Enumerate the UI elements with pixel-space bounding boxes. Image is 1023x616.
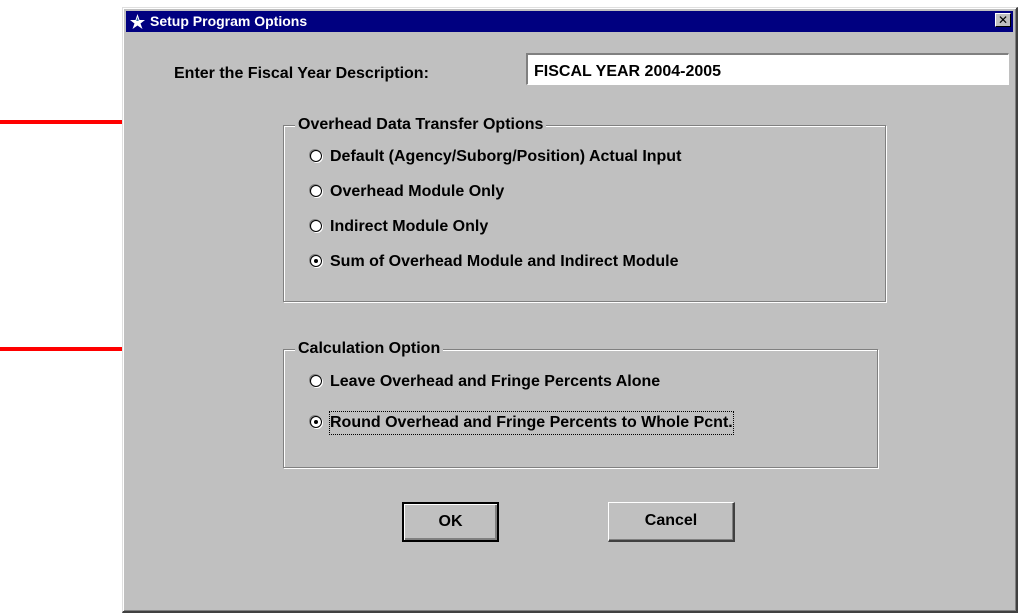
group-legend: Calculation Option xyxy=(295,338,444,360)
close-button[interactable]: ✕ xyxy=(995,13,1011,27)
radio-button[interactable] xyxy=(310,220,322,232)
radio-button-selected[interactable] xyxy=(310,255,322,267)
close-icon: ✕ xyxy=(997,13,1009,27)
app-icon xyxy=(130,14,145,29)
radio-button[interactable] xyxy=(310,375,322,387)
radio-label: Default (Agency/Suborg/Position) Actual … xyxy=(330,148,682,165)
radio-label: Round Overhead and Fringe Percents to Wh… xyxy=(329,411,734,435)
window-title: Setup Program Options xyxy=(150,13,308,29)
fiscal-year-label: Enter the Fiscal Year Description: xyxy=(174,65,429,82)
radio-label: Leave Overhead and Fringe Percents Alone xyxy=(330,373,661,390)
radio-dot-icon xyxy=(314,420,318,424)
radio-button[interactable] xyxy=(310,185,322,197)
calculation-option-group: Calculation Option Leave Overhead and Fr… xyxy=(283,338,878,468)
radio-label: Sum of Overhead Module and Indirect Modu… xyxy=(330,253,679,270)
cancel-button[interactable]: Cancel xyxy=(608,502,735,542)
fiscal-year-input[interactable]: FISCAL YEAR 2004-2005 xyxy=(526,53,1009,85)
ok-button[interactable]: OK xyxy=(402,502,499,542)
overhead-options-group: Overhead Data Transfer Options Default (… xyxy=(283,114,886,302)
radio-dot-icon xyxy=(314,259,318,263)
group-legend: Overhead Data Transfer Options xyxy=(295,114,547,136)
radio-label: Overhead Module Only xyxy=(330,183,505,200)
radio-label: Indirect Module Only xyxy=(330,218,489,235)
setup-program-options-dialog: Setup Program Options ✕ Enter the Fiscal… xyxy=(122,7,1018,613)
radio-button-selected[interactable] xyxy=(310,416,322,428)
title-bar[interactable]: Setup Program Options ✕ xyxy=(126,11,1013,32)
radio-button[interactable] xyxy=(310,150,322,162)
